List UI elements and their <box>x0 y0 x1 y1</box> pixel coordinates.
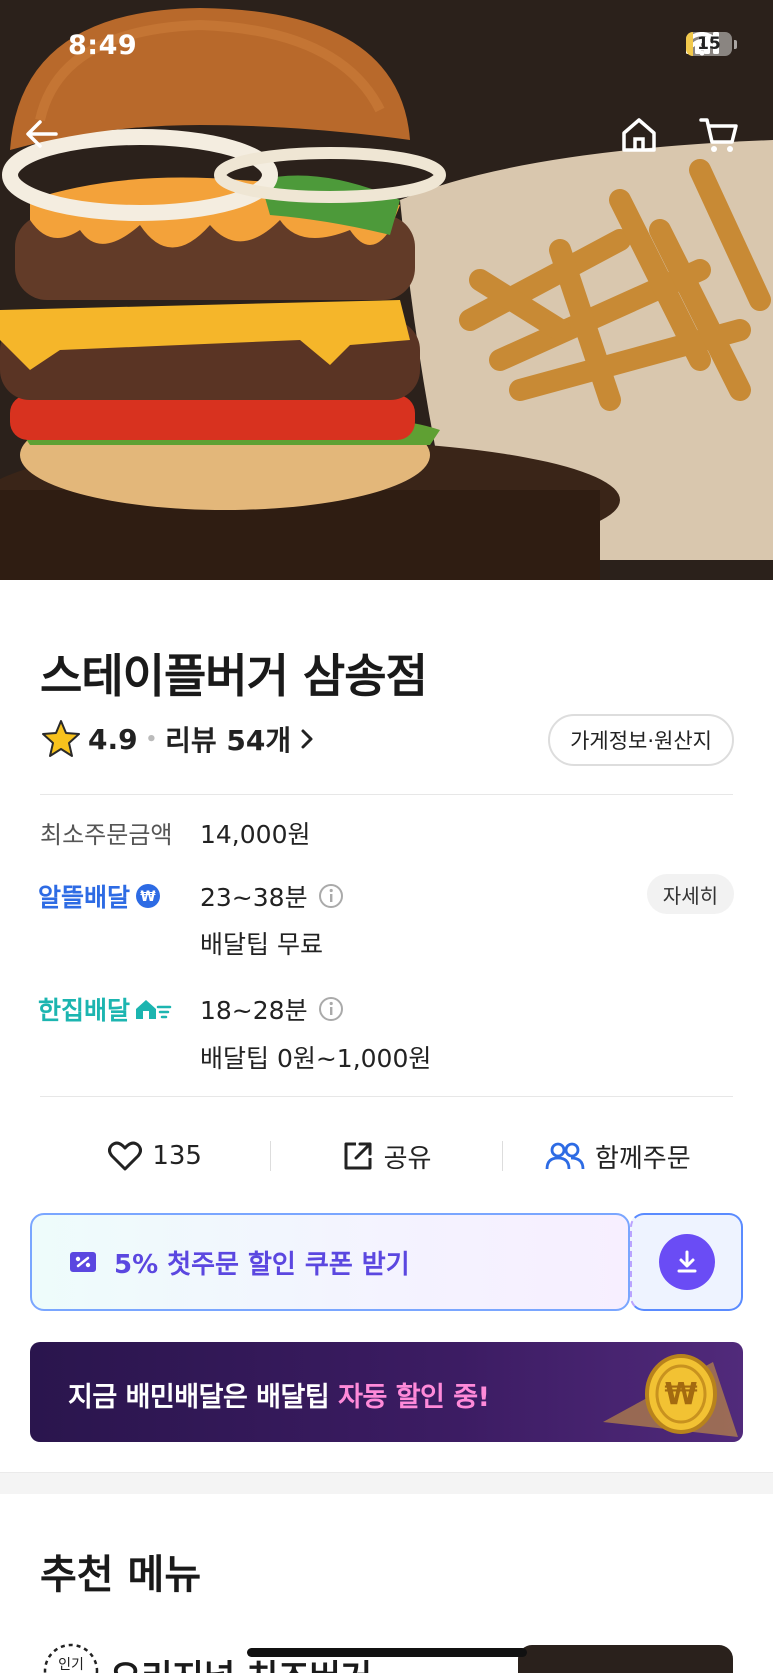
saver-delivery-time: 23~38분 <box>200 883 308 912</box>
arrow-left-icon <box>26 120 58 148</box>
saver-delivery-time-row: 23~38분 <box>200 878 344 914</box>
delivery-detail-button[interactable]: 자세히 <box>646 874 734 914</box>
fast-house-icon <box>136 1000 172 1019</box>
single-delivery-time: 18~28분 <box>200 996 308 1025</box>
divider <box>40 1096 733 1097</box>
group-order-label: 함께주문 <box>594 1143 691 1174</box>
store-info-button[interactable]: 가게정보·원산지 <box>548 714 734 766</box>
saver-delivery-brand: 알뜰배달 <box>38 883 131 912</box>
home-icon <box>622 118 656 152</box>
recommended-menu-title: 추천 메뉴 <box>40 1552 202 1598</box>
review-count-link[interactable]: 리뷰 54개 <box>165 719 291 759</box>
star-icon <box>42 720 80 757</box>
chevron-right-icon <box>301 729 313 749</box>
rating-review-row[interactable]: 4.9 • 리뷰 54개 <box>40 716 317 762</box>
delivery-discount-banner[interactable]: 지금 배민배달은 배달팁 자동 할인 중! ₩ <box>30 1342 743 1442</box>
banner-text-highlight: 자동 할인 중! <box>338 1382 490 1413</box>
banner-text: 지금 배민배달은 배달팁 자동 할인 중! <box>68 1375 490 1414</box>
separator-dot: • <box>145 728 158 750</box>
group-order-button[interactable]: 함께주문 <box>503 1138 733 1175</box>
gold-coin-icon: ₩ <box>603 1354 738 1437</box>
single-delivery-tip: 배달팁 0원~1,000원 <box>200 1044 432 1073</box>
coupon-body[interactable]: 5% 첫주문 할인 쿠폰 받기 <box>30 1213 630 1311</box>
rating-value: 4.9 <box>88 722 138 756</box>
first-order-coupon[interactable]: 5% 첫주문 할인 쿠폰 받기 <box>30 1213 743 1311</box>
group-users-icon <box>545 1142 585 1170</box>
won-coin-icon: ₩ <box>136 884 161 908</box>
delivery-option-single[interactable]: 한집배달 <box>38 991 172 1027</box>
cart-button[interactable] <box>699 116 747 164</box>
saver-delivery-tip: 배달팁 무료 <box>200 930 323 959</box>
coupon-ticket-icon <box>70 1252 96 1272</box>
store-action-row: 135 공유 함께주문 <box>40 1130 733 1182</box>
home-button[interactable] <box>620 116 668 164</box>
battery-icon: 15 <box>686 32 732 56</box>
battery-percentage: 15 <box>697 34 721 54</box>
battery-tip <box>734 39 737 49</box>
svg-text:₩: ₩ <box>664 1377 697 1412</box>
info-icon[interactable] <box>318 996 344 1022</box>
popular-badge-icon: 인기 <box>43 1643 99 1673</box>
section-separator <box>0 1472 773 1494</box>
cart-icon <box>699 118 738 152</box>
min-order-value: 14,000원 <box>200 820 311 849</box>
coupon-download-button[interactable] <box>630 1213 743 1311</box>
info-icon[interactable] <box>318 883 344 909</box>
delivery-option-saver[interactable]: 알뜰배달 ₩ <box>38 878 162 914</box>
share-button[interactable]: 공유 <box>271 1138 501 1175</box>
single-delivery-brand: 한집배달 <box>38 996 131 1025</box>
burger-and-fries-illustration <box>0 0 773 580</box>
share-icon <box>344 1142 372 1170</box>
banner-text-main: 지금 배민배달은 배달팁 <box>68 1382 339 1413</box>
heart-icon <box>108 1141 143 1171</box>
popular-badge-text: 인기 <box>58 1657 84 1673</box>
home-indicator <box>247 1648 527 1657</box>
store-name: 스테이플버거 삼송점 <box>40 649 428 703</box>
download-circle <box>658 1234 715 1290</box>
menu-item-image <box>518 1645 733 1673</box>
back-button[interactable] <box>24 116 72 164</box>
store-hero-image: 8:49 15 <box>0 0 773 580</box>
min-order-label: 최소주문금액 <box>40 821 173 849</box>
download-icon <box>677 1250 696 1273</box>
like-button[interactable]: 135 <box>40 1141 270 1171</box>
single-delivery-time-row: 18~28분 <box>200 991 344 1027</box>
share-label: 공유 <box>383 1143 432 1174</box>
status-time: 8:49 <box>68 30 138 61</box>
like-count: 135 <box>152 1141 202 1171</box>
svg-text:₩: ₩ <box>140 889 156 905</box>
coupon-label: 5% 첫주문 할인 쿠폰 받기 <box>114 1249 410 1280</box>
status-icons: 15 <box>686 32 737 56</box>
divider <box>40 794 733 795</box>
